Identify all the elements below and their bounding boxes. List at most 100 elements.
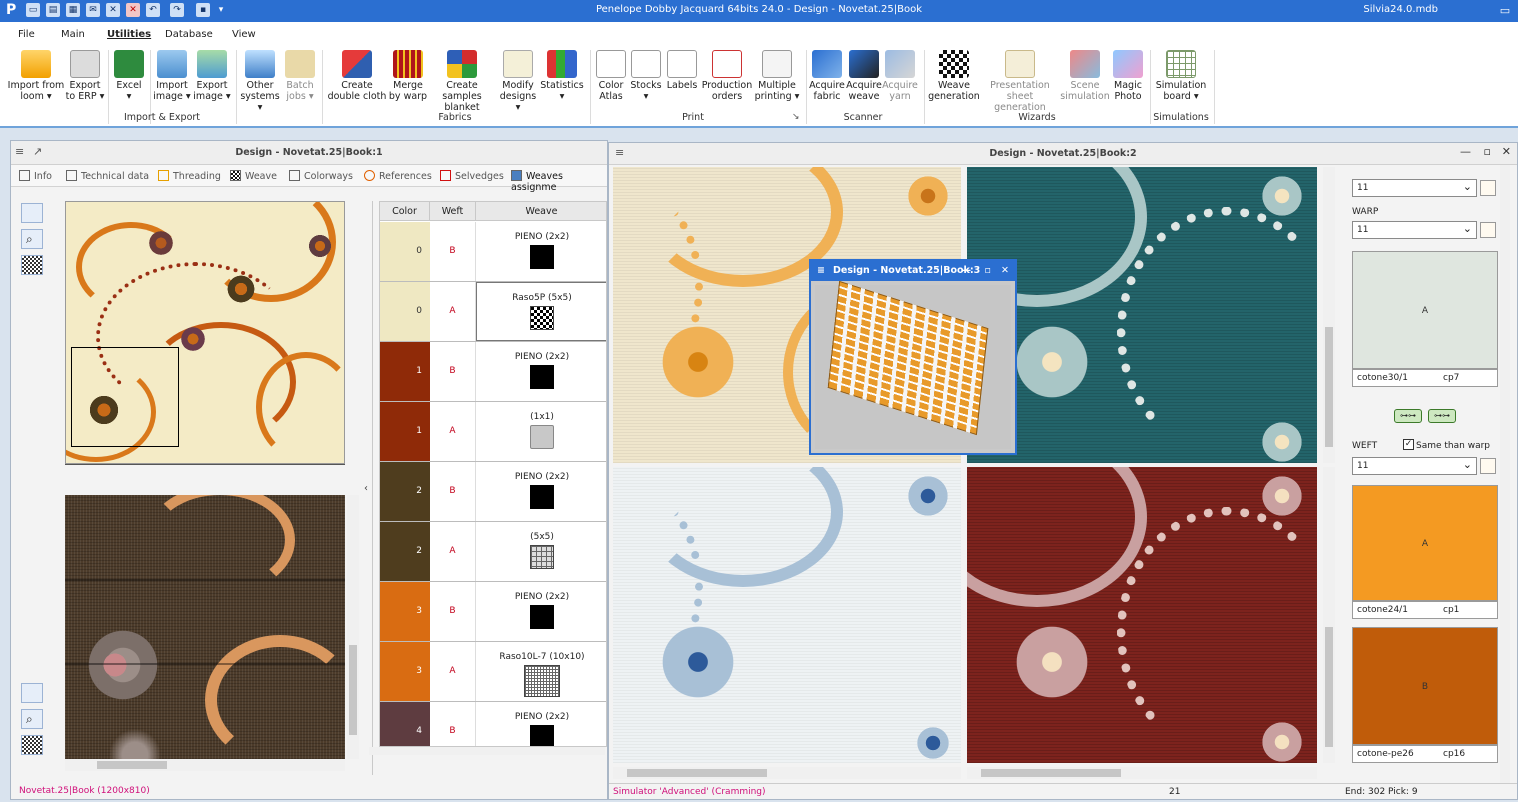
weft-swatch-a[interactable]: A [1352, 485, 1498, 601]
sim-bottom-vertical-scrollbar[interactable] [1323, 467, 1335, 763]
tab-selvedges[interactable]: Selvedges [440, 170, 504, 182]
warp-combo[interactable]: 11 [1352, 221, 1477, 239]
weave-cell[interactable]: PIENO (2x2) [476, 342, 606, 401]
color-cell[interactable]: 3 [380, 642, 430, 701]
simulation-teal[interactable] [967, 167, 1317, 463]
warp-add-button[interactable] [1480, 222, 1496, 238]
book3-window[interactable]: ≡ Design - Novetat.25|Book:3— ▫ ✕ [809, 259, 1017, 455]
zoom-button[interactable]: ⌕ [21, 229, 43, 249]
weave-cell[interactable]: PIENO (2x2) [476, 222, 606, 281]
weft-cell[interactable]: A [430, 642, 476, 701]
sim-right-horizontal-scrollbar[interactable] [967, 767, 1317, 779]
stocks-button[interactable]: Stocks ▾ [628, 50, 664, 112]
table-horizontal-scrollbar[interactable] [369, 747, 605, 755]
import-image-button[interactable]: Import image ▾ [152, 50, 192, 112]
tab-technical-data[interactable]: Technical data [66, 170, 149, 182]
image-view-button-2[interactable] [21, 683, 43, 703]
column-header-color[interactable]: Color [380, 202, 430, 221]
batch-jobs-button[interactable]: Batch jobs ▾ [282, 50, 318, 112]
image-view-button[interactable] [21, 203, 43, 223]
book3-header[interactable]: ≡ Design - Novetat.25|Book:3— ▫ ✕ [811, 261, 1015, 281]
table-row[interactable]: 1 A (1x1) [380, 402, 606, 462]
column-header-weave[interactable]: Weave [476, 202, 606, 221]
weft-add-button[interactable] [1480, 458, 1496, 474]
acquire-yarn-button[interactable]: Acquire yarn [882, 50, 918, 112]
export-image-button[interactable]: Export image ▾ [192, 50, 232, 112]
collapse-arrow-icon[interactable]: ‹ [364, 483, 368, 494]
tab-threading[interactable]: Threading [158, 170, 221, 182]
acquire-fabric-button[interactable]: Acquire fabric [808, 50, 846, 112]
color-cell[interactable]: 2 [380, 522, 430, 581]
create-double-cloth-button[interactable]: Create double cloth [326, 50, 388, 112]
weave-cell[interactable]: PIENO (2x2) [476, 702, 606, 746]
maximize-icon[interactable]: ▫ [1484, 145, 1491, 158]
maximize-icon[interactable]: ▫ [985, 261, 991, 281]
splitter[interactable]: ‹ [363, 201, 373, 775]
weft-cell[interactable]: B [430, 582, 476, 641]
color-cell[interactable]: 4 [380, 702, 430, 746]
simulation-white-blue[interactable] [613, 467, 961, 763]
tab-weave[interactable]: Weave [230, 170, 277, 182]
table-row[interactable]: 3 A Raso10L-7 (10x10) [380, 642, 606, 702]
multiple-printing-button[interactable]: Multiple printing ▾ [754, 50, 800, 112]
statistics-button[interactable]: Statistics ▾ [540, 50, 584, 112]
weft-cell[interactable]: B [430, 702, 476, 746]
weft-swatch-b[interactable]: B [1352, 627, 1498, 745]
sim-left-horizontal-scrollbar[interactable] [613, 767, 961, 779]
excel-button[interactable]: Excel ▾ [112, 50, 146, 112]
scrollbar-thumb[interactable] [1325, 327, 1333, 447]
presentation-sheet-generation-button[interactable]: Presentation sheet generation [980, 50, 1060, 113]
weave-cell[interactable]: PIENO (2x2) [476, 462, 606, 521]
merge-by-warp-button[interactable]: Merge by warp [388, 50, 428, 112]
weave-generation-button[interactable]: Weave generation [928, 50, 980, 112]
minimize-icon[interactable]: — [962, 261, 972, 281]
chain-link-icon[interactable]: ⊶⊶ [1394, 409, 1422, 423]
zoom-button-2[interactable]: ⌕ [21, 709, 43, 729]
color-cell[interactable]: 2 [380, 462, 430, 521]
table-row[interactable]: 2 B PIENO (2x2) [380, 462, 606, 522]
weft-cell[interactable]: A [430, 522, 476, 581]
color-cell[interactable]: 0 [380, 282, 430, 341]
export-to-erp-button[interactable]: Export to ERP ▾ [62, 50, 108, 112]
color-cell[interactable]: 3 [380, 582, 430, 641]
magic-photo-button[interactable]: Magic Photo [1110, 50, 1146, 112]
scrollbar-thumb[interactable] [1325, 627, 1333, 747]
scrollbar-thumb[interactable] [349, 645, 357, 735]
color-atlas-button[interactable]: Color Atlas [594, 50, 628, 112]
acquire-weave-button[interactable]: Acquire weave [846, 50, 882, 112]
yarn-panel-scrollbar[interactable] [1500, 165, 1510, 783]
weave-cell[interactable]: Raso5P (5x5) [476, 282, 606, 341]
weft-combo[interactable]: 11 [1352, 457, 1477, 475]
tab-weaves-assignment[interactable]: Weaves assignme [511, 170, 607, 193]
menu-database[interactable]: Database [165, 29, 213, 40]
chain-link-icon-2[interactable]: ⊶⊶ [1428, 409, 1456, 423]
weft-cell[interactable]: A [430, 282, 476, 341]
table-row[interactable]: 0 A Raso5P (5x5) [380, 282, 606, 342]
simulation-vertical-scrollbar[interactable] [347, 495, 359, 759]
weave-cell[interactable]: (1x1) [476, 402, 606, 461]
table-row[interactable]: 0 B PIENO (2x2) [380, 222, 606, 282]
tab-references[interactable]: References [364, 170, 432, 182]
table-row[interactable]: 1 B PIENO (2x2) [380, 342, 606, 402]
import-from-loom-button[interactable]: Import from loom ▾ [6, 50, 66, 112]
weft-cell[interactable]: B [430, 222, 476, 281]
grid-view-button-2[interactable] [21, 735, 43, 755]
create-samples-blanket-button[interactable]: Create samples blanket [428, 50, 496, 113]
yarn-set-add-button[interactable] [1480, 180, 1496, 196]
weave-cell[interactable]: (5x5) [476, 522, 606, 581]
window-maximize-icon[interactable]: ▭ [1496, 2, 1514, 20]
table-row[interactable]: 4 B PIENO (2x2) [380, 702, 606, 746]
grid-view-button[interactable] [21, 255, 43, 275]
production-orders-button[interactable]: Production orders [700, 50, 754, 112]
weave-cell[interactable]: PIENO (2x2) [476, 582, 606, 641]
sim-top-vertical-scrollbar[interactable] [1323, 167, 1335, 463]
close-icon[interactable]: ✕ [1502, 145, 1511, 158]
table-row[interactable]: 2 A (5x5) [380, 522, 606, 582]
scrollbar-thumb[interactable] [981, 769, 1121, 777]
weft-cell[interactable]: B [430, 342, 476, 401]
tab-colorways[interactable]: Colorways [289, 170, 353, 182]
table-row[interactable]: 3 B PIENO (2x2) [380, 582, 606, 642]
column-header-weft[interactable]: Weft [430, 202, 476, 221]
simulation-board-button[interactable]: Simulation board ▾ [1152, 50, 1210, 112]
same-than-warp-checkbox[interactable]: ✓ [1403, 439, 1414, 450]
